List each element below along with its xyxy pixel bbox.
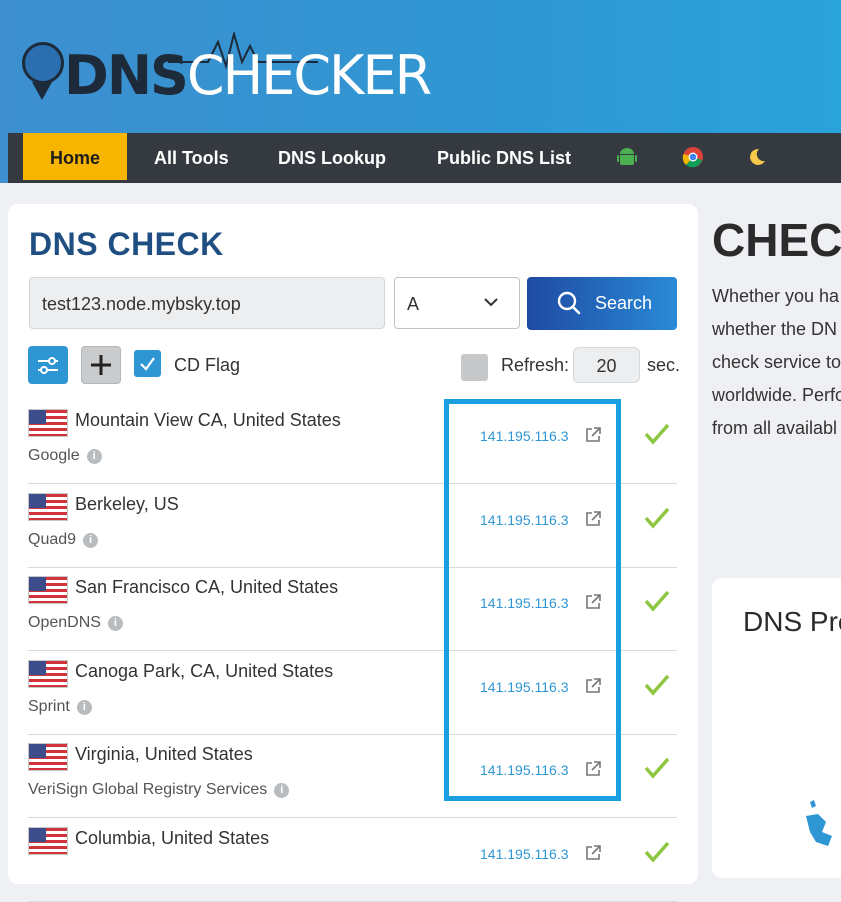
status-check-icon — [644, 841, 670, 863]
plus-icon — [91, 355, 111, 375]
right-heading: CHECK — [712, 214, 841, 266]
pin-tip — [32, 82, 52, 100]
us-flag-icon — [28, 743, 68, 771]
right-text-line: from all availabl — [712, 418, 838, 438]
dns-propagation-card: DNS Pro — [712, 578, 841, 878]
site-logo[interactable]: DNSCHECKER — [18, 30, 432, 110]
status-check-icon — [644, 507, 670, 529]
globe-pin-icon — [22, 42, 64, 84]
info-icon[interactable]: i — [83, 533, 99, 548]
world-map-fragment — [806, 800, 832, 846]
refresh-interval-input[interactable]: 20 — [573, 347, 640, 383]
status-check-icon — [644, 590, 670, 612]
add-server-button[interactable] — [81, 346, 121, 384]
moon-icon[interactable] — [745, 146, 767, 168]
chrome-icon[interactable] — [682, 146, 704, 168]
main-nav: Home All Tools DNS Lookup Public DNS Lis… — [8, 133, 841, 183]
external-link-icon[interactable] — [584, 844, 602, 862]
nav-public-dns-list[interactable]: Public DNS List — [437, 133, 571, 180]
filter-button[interactable] — [28, 346, 68, 384]
logo-text: DNSCHECKER — [64, 44, 432, 107]
server-location: Virginia, United States — [75, 744, 253, 764]
us-flag-icon — [28, 409, 68, 437]
info-icon[interactable]: i — [86, 449, 102, 464]
result-row: Columbia, United States 141.195.116.3 — [28, 818, 677, 902]
nav-home[interactable]: Home — [23, 133, 127, 180]
check-icon — [140, 357, 155, 371]
sec-label: sec. — [647, 355, 681, 375]
dns-propagation-title: DNS Pro — [743, 606, 841, 637]
search-icon — [557, 291, 581, 315]
server-location: Berkeley, US — [75, 494, 179, 514]
server-provider: Quad9 i — [28, 531, 99, 549]
record-type-select[interactable]: A — [394, 277, 520, 329]
info-icon[interactable]: i — [274, 783, 290, 798]
ip-highlight-frame — [444, 399, 621, 801]
cd-flag-label: CD Flag — [174, 355, 241, 375]
us-flag-icon — [28, 827, 68, 855]
server-provider: Sprint i — [28, 698, 92, 716]
resolved-ip[interactable]: 141.195.116.3 — [480, 846, 569, 862]
server-provider: Google i — [28, 447, 102, 465]
server-provider: OpenDNS i — [28, 614, 123, 632]
server-location: Columbia, United States — [75, 828, 270, 848]
status-check-icon — [644, 757, 670, 779]
us-flag-icon — [28, 576, 68, 604]
android-icon[interactable] — [616, 146, 638, 168]
refresh-label: Refresh: — [501, 355, 570, 375]
page-title: DNS CHECK — [29, 226, 224, 262]
right-text-line: check service to — [712, 352, 841, 372]
status-check-icon — [644, 423, 670, 445]
us-flag-icon — [28, 493, 68, 521]
right-text-line: whether the DN — [712, 319, 838, 339]
search-button[interactable]: Search — [527, 277, 677, 330]
nav-dns-lookup[interactable]: DNS Lookup — [278, 133, 386, 180]
right-text-line: Whether you ha — [712, 286, 840, 306]
right-text-line: worldwide. Perfo — [712, 385, 841, 405]
info-icon[interactable]: i — [76, 700, 92, 715]
server-provider: VeriSign Global Registry Services i — [28, 781, 290, 799]
domain-input[interactable]: test123.node.mybsky.top — [29, 277, 385, 329]
search-label: Search — [595, 293, 653, 313]
record-type-value: A — [407, 294, 420, 314]
cd-flag-checkbox[interactable] — [134, 350, 161, 377]
server-location: Canoga Park, CA, United States — [75, 661, 334, 681]
server-location: San Francisco CA, United States — [75, 577, 339, 597]
sliders-icon — [38, 357, 58, 374]
info-icon[interactable]: i — [107, 616, 123, 631]
server-location: Mountain View CA, United States — [75, 410, 341, 430]
refresh-checkbox[interactable] — [461, 354, 488, 381]
chevron-down-icon — [484, 298, 498, 307]
nav-all-tools[interactable]: All Tools — [154, 133, 229, 180]
us-flag-icon — [28, 660, 68, 688]
status-check-icon — [644, 674, 670, 696]
